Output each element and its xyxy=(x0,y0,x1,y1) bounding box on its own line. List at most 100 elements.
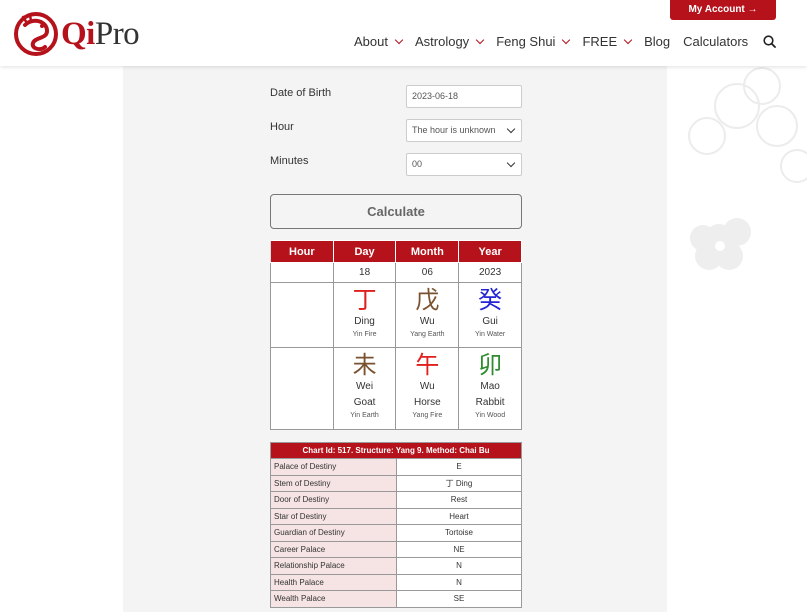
table-row: Stem of Destiny 丁 Ding xyxy=(270,474,522,492)
row-key: Wealth Palace xyxy=(270,590,397,608)
row-key: Door of Destiny xyxy=(270,491,397,509)
minutes-select[interactable]: 00 xyxy=(406,153,522,176)
table-row: Wealth Palace SE xyxy=(270,590,522,608)
nav-item-astrology[interactable]: Astrology xyxy=(414,34,485,49)
minutes-select-value: 00 xyxy=(412,159,423,169)
left-gutter xyxy=(0,66,123,612)
site-logo[interactable]: QiPro xyxy=(13,11,140,57)
chevron-down-icon xyxy=(394,35,404,44)
stem-char: 癸 xyxy=(478,286,503,314)
row-value: 丁 Ding xyxy=(396,474,522,492)
logo-pro: Pro xyxy=(94,15,140,52)
row-key: Star of Destiny xyxy=(270,507,397,525)
date-cell-hour xyxy=(270,262,334,283)
nav-item-about[interactable]: About xyxy=(354,34,404,49)
nav-item-calculators[interactable]: Calculators xyxy=(683,34,748,49)
logo-qi: Qi xyxy=(61,15,95,52)
chevron-down-icon xyxy=(562,35,571,44)
date-cell-month: 06 xyxy=(395,262,460,283)
stem-pinyin: Ding xyxy=(354,316,375,327)
nav-item-free[interactable]: FREE xyxy=(582,34,633,49)
header-day: Day xyxy=(332,240,397,263)
qimen-title-row: Chart Id: 517. Structure: Yang 9. Method… xyxy=(270,442,522,459)
qimen-chart-title: Chart Id: 517. Structure: Yang 9. Method… xyxy=(270,442,522,459)
header-month: Month xyxy=(395,240,460,263)
stem-pinyin: Wu xyxy=(419,316,435,327)
branch-cell-hour xyxy=(270,347,334,430)
row-key: Guardian of Destiny xyxy=(270,524,397,542)
nav-label: Calculators xyxy=(683,34,749,49)
my-account-button[interactable]: My Account → xyxy=(670,0,776,20)
nav-label: Blog xyxy=(644,34,671,49)
main-nav: About Astrology Feng Shui FREE Blog Calc… xyxy=(354,34,761,49)
branch-element: Yin Earth xyxy=(350,412,379,419)
header-year: Year xyxy=(458,240,522,263)
branch-cell-day: 未 Wei Goat Yin Earth xyxy=(332,347,397,430)
stem-element: Yin Water xyxy=(475,331,506,338)
branch-animal: Goat xyxy=(353,397,376,408)
stem-cell-year: 癸 Gui Yin Water xyxy=(458,282,522,348)
table-row: Guardian of Destiny Tortoise xyxy=(270,524,522,542)
branch-cell-year: 卯 Mao Rabbit Yin Wood xyxy=(458,347,522,430)
plum-blossom-icon xyxy=(688,67,807,270)
stem-char: 丁 xyxy=(352,286,377,314)
branch-cell-month: 午 Wu Horse Yang Fire xyxy=(395,347,460,430)
logo-wordmark: QiPro xyxy=(61,15,140,53)
stem-cell-month: 戊 Wu Yang Earth xyxy=(395,282,460,348)
minutes-label: Minutes xyxy=(270,155,309,167)
row-value: NE xyxy=(396,540,522,558)
calculate-button[interactable]: Calculate xyxy=(270,194,522,229)
stem-element: Yang Earth xyxy=(410,331,445,338)
nav-label: FREE xyxy=(582,34,618,49)
branch-pinyin: Mao xyxy=(480,381,500,392)
bazi-chart-table: Hour Day Month Year 18 06 2023 丁 Ding Yi… xyxy=(270,240,522,430)
branch-animal: Horse xyxy=(413,397,441,408)
branch-char: 午 xyxy=(415,351,440,379)
qimen-destiny-table: Chart Id: 517. Structure: Yang 9. Method… xyxy=(270,442,522,608)
nav-item-feng-shui[interactable]: Feng Shui xyxy=(496,34,571,49)
stem-pinyin: Gui xyxy=(482,316,498,327)
hour-select[interactable]: The hour is unknown xyxy=(406,119,522,142)
hour-select-value: The hour is unknown xyxy=(412,125,496,135)
row-key: Relationship Palace xyxy=(270,557,397,575)
bazi-stem-row: 丁 Ding Yin Fire 戊 Wu Yang Earth 癸 Gui Yi… xyxy=(270,282,522,348)
table-row: Star of Destiny Heart xyxy=(270,507,522,525)
branch-pinyin: Wu xyxy=(419,381,435,392)
row-value: Rest xyxy=(396,491,522,509)
table-row: Palace of Destiny E xyxy=(270,458,522,476)
header-hour: Hour xyxy=(270,240,334,263)
stem-element: Yin Fire xyxy=(352,331,377,338)
date-cell-year: 2023 xyxy=(458,262,522,283)
row-key: Palace of Destiny xyxy=(270,458,397,476)
row-value: E xyxy=(396,458,522,476)
bazi-header-row: Hour Day Month Year xyxy=(270,240,522,263)
table-row: Career Palace NE xyxy=(270,540,522,558)
table-row: Relationship Palace N xyxy=(270,557,522,575)
row-value: Heart xyxy=(396,507,522,525)
row-value: Tortoise xyxy=(396,524,522,542)
row-value: SE xyxy=(396,590,522,608)
date-cell-day: 18 xyxy=(332,262,397,283)
table-row: Health Palace N xyxy=(270,573,522,591)
search-icon[interactable] xyxy=(763,35,776,48)
stem-cell-hour xyxy=(270,282,334,348)
nav-item-blog[interactable]: Blog xyxy=(644,34,670,49)
dob-field[interactable]: 2023-06-18 xyxy=(406,85,522,108)
branch-char: 未 xyxy=(352,351,377,379)
dragon-logo-icon xyxy=(14,12,58,56)
nav-label: Astrology xyxy=(414,34,470,49)
bazi-date-row: 18 06 2023 xyxy=(270,262,522,283)
row-key: Stem of Destiny xyxy=(270,474,397,492)
nav-label: About xyxy=(354,34,388,49)
row-value: N xyxy=(396,557,522,575)
nav-label: Feng Shui xyxy=(496,34,556,49)
branch-animal: Rabbit xyxy=(475,397,505,408)
chevron-down-icon xyxy=(506,158,516,168)
decorative-flower-background xyxy=(667,66,807,612)
stem-cell-day: 丁 Ding Yin Fire xyxy=(332,282,397,348)
branch-pinyin: Wei xyxy=(356,381,374,392)
chevron-down-icon xyxy=(475,35,485,44)
dob-label: Date of Birth xyxy=(270,87,332,99)
table-row: Door of Destiny Rest xyxy=(270,491,522,509)
hour-label: Hour xyxy=(270,121,294,133)
